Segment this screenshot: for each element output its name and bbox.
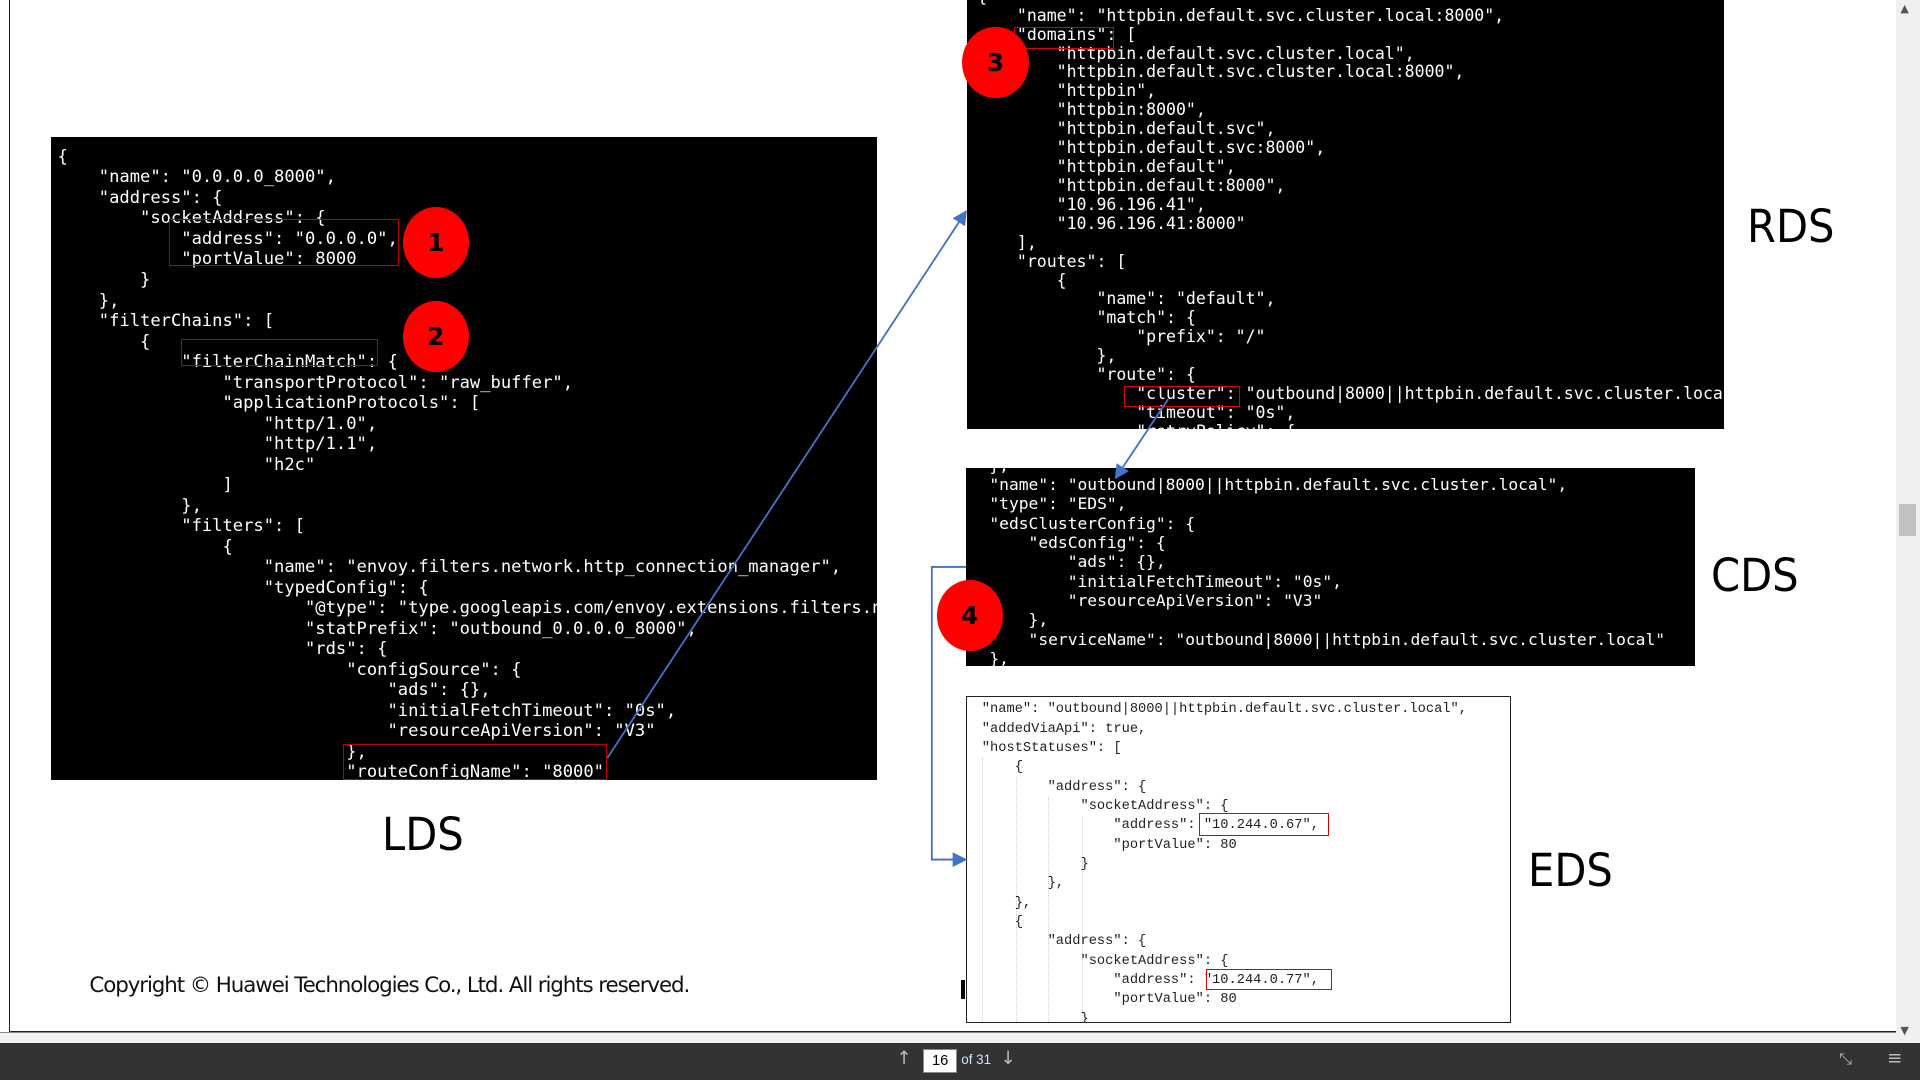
rds-label: RDS bbox=[1747, 199, 1835, 253]
vertical-scrollbar[interactable]: ▲ ▼ bbox=[1895, 0, 1920, 1044]
page-gap bbox=[0, 1032, 1896, 1044]
step-badge-1: 1 bbox=[402, 206, 469, 278]
step-badge-4: 4 bbox=[936, 580, 1003, 652]
step-badge-3: 3 bbox=[962, 26, 1029, 98]
step-badge-2: 2 bbox=[402, 301, 469, 373]
scroll-down-icon[interactable]: ▼ bbox=[1900, 1024, 1908, 1037]
pdf-toolbar: ↑ 16 of 31 ↓ ⤡ ≡ bbox=[0, 1043, 1920, 1080]
arrow-lds-to-rds bbox=[606, 209, 967, 759]
fit-page-icon[interactable]: ⤡ bbox=[1839, 1049, 1852, 1069]
scroll-up-icon[interactable]: ▲ bbox=[1900, 2, 1908, 15]
lds-label: LDS bbox=[382, 808, 464, 862]
copyright-text: Copyright © Huawei Technologies Co., Ltd… bbox=[89, 973, 690, 999]
eds-label: EDS bbox=[1528, 843, 1614, 897]
pdf-viewer: { "name": "0.0.0.0_8000", "address": { "… bbox=[0, 0, 1920, 1080]
text-cursor-mark bbox=[961, 979, 965, 1000]
scroll-thumb[interactable] bbox=[1899, 504, 1917, 537]
arrow-rds-to-cds bbox=[1114, 398, 1169, 480]
page-count: of 31 bbox=[961, 1051, 992, 1067]
flow-arrows bbox=[606, 209, 1169, 867]
arrow-up-icon[interactable]: ↑ bbox=[896, 1048, 911, 1069]
cds-label: CDS bbox=[1710, 548, 1799, 602]
menu-icon[interactable]: ≡ bbox=[1887, 1048, 1902, 1069]
arrow-down-icon[interactable]: ↓ bbox=[1000, 1048, 1015, 1069]
page-number-input[interactable]: 16 bbox=[923, 1049, 958, 1074]
